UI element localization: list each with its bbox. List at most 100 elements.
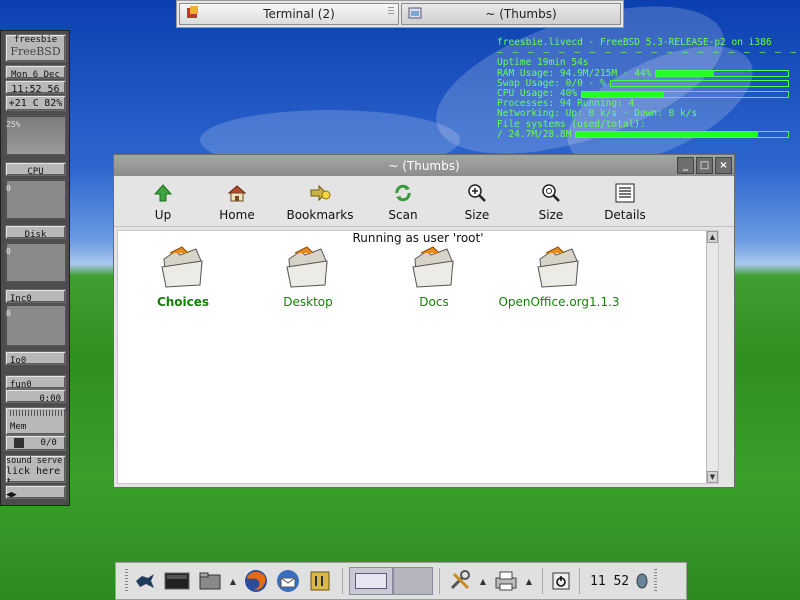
- maximize-button[interactable]: □: [696, 157, 713, 174]
- zoom-fit-icon: [542, 184, 560, 202]
- panel-separator: [579, 568, 580, 594]
- cpu-label: CPU: [27, 167, 44, 177]
- folder-label-choices: Choices: [156, 295, 210, 309]
- cpu-bar-fill: [582, 91, 665, 97]
- folder-label-openoffice: OpenOffice.org1.1.3: [498, 295, 620, 309]
- mem-meter: [10, 410, 65, 416]
- details-button[interactable]: Details: [588, 182, 662, 226]
- dock-temp-battery: +21 C 82%: [5, 95, 66, 111]
- folder-icon: [286, 246, 328, 288]
- task-thumbs-label: ~ (Thumbs): [485, 7, 557, 21]
- date-text: Mon 6 Dec: [11, 70, 60, 80]
- dock-logo-line1: freesbie: [13, 35, 58, 45]
- panel-handle[interactable]: [122, 567, 130, 595]
- home-icon: [227, 185, 247, 202]
- cpu-graph: 25%: [5, 115, 66, 155]
- window-list-icon[interactable]: [160, 567, 194, 595]
- dock-scroll-arrows-icon: ◀▶: [6, 490, 17, 500]
- mouse-icon[interactable]: [633, 567, 651, 595]
- bookmarks-button[interactable]: Bookmarks: [274, 182, 366, 226]
- vertical-scrollbar[interactable]: ▲ ▼: [706, 231, 718, 483]
- logout-icon[interactable]: [549, 567, 573, 595]
- top-taskbar: Terminal (2) ~ (Thumbs): [176, 0, 624, 28]
- thunderbird-icon[interactable]: [272, 567, 304, 595]
- disk-zero-2: 0: [6, 247, 11, 256]
- mem-label: Mem: [10, 422, 27, 432]
- up-button[interactable]: Up: [126, 182, 200, 226]
- scan-refresh-icon: [395, 184, 411, 202]
- ram-bar: [655, 70, 789, 78]
- cpu-pct: 25%: [6, 120, 21, 129]
- swap-bar: [609, 80, 789, 88]
- volume-icon: [14, 438, 25, 448]
- sound-server-box[interactable]: sound serve lick here t: [5, 455, 66, 483]
- bottom-panel: ▲ ▲ ▲ 11 52: [115, 562, 687, 600]
- scroll-up-arrow-icon[interactable]: ▲: [707, 231, 718, 243]
- size-fit-label: Size: [538, 208, 564, 222]
- close-button[interactable]: ×: [715, 157, 732, 174]
- scan-button[interactable]: Scan: [366, 182, 440, 226]
- bookmarks-icon: [310, 184, 331, 202]
- firefox-icon[interactable]: [240, 567, 272, 595]
- toolbar: Up Home Bookmarks Scan Size Size Details: [114, 176, 734, 227]
- io-label: Io0: [10, 356, 27, 366]
- folder-icon: [161, 246, 203, 288]
- folder-openoffice[interactable]: OpenOffice.org1.1.3: [494, 245, 624, 309]
- panel-separator: [439, 568, 440, 594]
- fs-bar-fill: [576, 132, 759, 138]
- sound-line-1: sound serve: [6, 456, 63, 466]
- folder-label-docs: Docs: [419, 295, 449, 309]
- window-titlebar[interactable]: ~ (Thumbs) _ □ ×: [114, 155, 734, 176]
- minimize-button[interactable]: _: [677, 157, 694, 174]
- sound-line-2: lick here t: [6, 466, 61, 483]
- workspace-1[interactable]: [349, 567, 393, 595]
- task-terminal[interactable]: Terminal (2): [179, 3, 399, 25]
- home-button[interactable]: Home: [200, 182, 274, 226]
- folder-icon[interactable]: [194, 567, 226, 595]
- mem-box: Mem: [5, 407, 66, 435]
- task-thumbs[interactable]: ~ (Thumbs): [401, 3, 621, 25]
- dockapp-bar: freesbie FreeBSD Mon 6 Dec 11:52 56 +21 …: [0, 30, 70, 506]
- status-text: Running as user 'root': [352, 231, 484, 245]
- task-grip: [388, 7, 394, 15]
- folder-desktop[interactable]: Desktop: [243, 245, 373, 309]
- chevron-up-icon[interactable]: ▲: [476, 567, 490, 595]
- window-controls: _ □ ×: [677, 157, 732, 174]
- panel-separator: [542, 568, 543, 594]
- workspace-2[interactable]: [393, 567, 433, 595]
- fs-label: / 24.7M/28.8M: [497, 128, 572, 140]
- settings-tools-icon[interactable]: [446, 567, 476, 595]
- panel-clock[interactable]: 11 52: [586, 574, 633, 589]
- dock-logo[interactable]: freesbie FreeBSD: [5, 34, 66, 62]
- ram-bar-fill: [656, 71, 715, 77]
- up-label: Up: [154, 208, 172, 222]
- scan-label: Scan: [388, 208, 418, 222]
- home-label: Home: [219, 208, 255, 222]
- zoom-in-icon: [468, 184, 486, 202]
- dock-scroll[interactable]: ◀▶: [5, 485, 66, 500]
- details-list-icon: [615, 183, 635, 203]
- xfce-mouse-icon[interactable]: [130, 567, 160, 595]
- media-icon[interactable]: [304, 567, 336, 595]
- system-monitor: freesbie.livecd - FreeBSD 5.3-RELEASE-p2…: [497, 37, 800, 140]
- disk-graph-2: 0: [5, 242, 66, 282]
- disk-graph: 0: [5, 179, 66, 219]
- chevron-up-icon[interactable]: ▲: [226, 567, 240, 595]
- chevron-up-icon[interactable]: ▲: [522, 567, 536, 595]
- size-fit-button[interactable]: Size: [514, 182, 588, 226]
- task-terminal-label: Terminal (2): [263, 7, 335, 21]
- folder-choices[interactable]: Choices: [118, 245, 248, 309]
- disk-zero: 0: [6, 184, 11, 193]
- folder-docs[interactable]: Docs: [369, 245, 499, 309]
- fun-time: 0:00: [39, 394, 61, 404]
- size-in-button[interactable]: Size: [440, 182, 514, 226]
- cpu-bar: [581, 90, 789, 98]
- printer-icon[interactable]: [490, 567, 522, 595]
- scroll-down-arrow-icon[interactable]: ▼: [707, 471, 718, 483]
- time-text: 11:52 56: [11, 84, 60, 95]
- dock-time: 11:52 56: [5, 80, 66, 95]
- volume-box[interactable]: 0/0: [5, 435, 66, 451]
- file-view[interactable]: Running as user 'root' Choices Desktop D…: [117, 230, 719, 484]
- disk-label: Disk: [24, 230, 47, 240]
- panel-handle-right[interactable]: [651, 567, 659, 595]
